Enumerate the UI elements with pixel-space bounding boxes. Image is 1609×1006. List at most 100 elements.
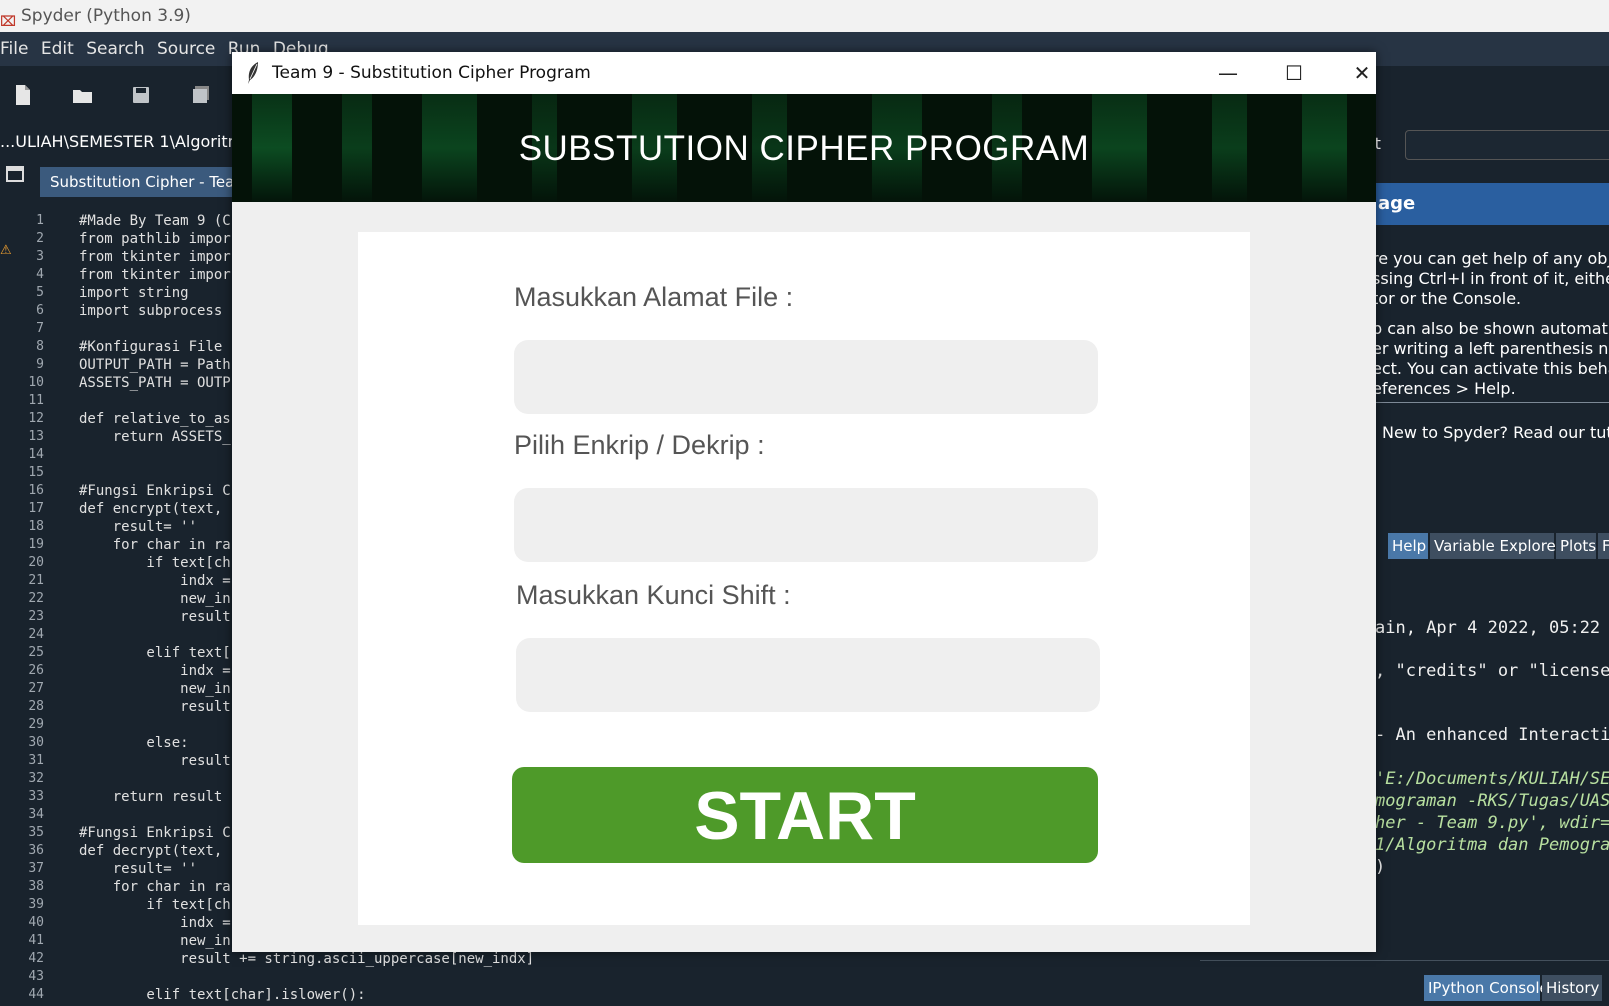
code-line: def decrypt(text, (79, 843, 223, 859)
line-number: 6 (36, 303, 44, 318)
console-line: , "credits" or "license (1375, 661, 1609, 681)
line-number: 42 (28, 951, 44, 966)
code-line: new_in (79, 681, 231, 697)
help-divider (1340, 402, 1609, 403)
help-line: re you can get help of any obje (1372, 249, 1609, 268)
shift-key-input[interactable] (516, 638, 1100, 712)
start-button[interactable]: START (512, 767, 1098, 863)
shift-key-label: Masukkan Kunci Shift : (516, 580, 791, 610)
code-line: for char in ra (79, 537, 231, 553)
editor-tab[interactable]: Substitution Cipher - Team 9.py (40, 167, 240, 197)
console-divider (1200, 960, 1609, 961)
line-number: 32 (28, 771, 44, 786)
code-line: from pathlib impor (79, 231, 231, 247)
code-line: result= '' (79, 861, 198, 877)
line-number: 43 (28, 969, 44, 984)
file-path-input[interactable] (514, 340, 1098, 414)
close-icon[interactable]: ✕ (1342, 52, 1382, 94)
line-number: 10 (28, 375, 44, 390)
tab-variable-explorer[interactable]: Variable Explorer (1430, 533, 1562, 559)
mode-input[interactable] (514, 488, 1098, 562)
line-number: 24 (28, 627, 44, 642)
tab-plots[interactable]: Plots (1556, 533, 1596, 559)
line-number: 31 (28, 753, 44, 768)
code-line: #Made By Team 9 (C (79, 213, 231, 229)
dialog-title: Team 9 - Substitution Cipher Program (272, 63, 591, 83)
console-line: ) (1375, 857, 1386, 877)
line-number: 8 (36, 339, 44, 354)
console-line: - An enhanced Interacti (1375, 725, 1609, 745)
line-number: 23 (28, 609, 44, 624)
line-number: 18 (28, 519, 44, 534)
line-number: 7 (36, 321, 44, 336)
code-line: ASSETS_PATH = OUTP (79, 375, 231, 391)
dialog-titlebar: Team 9 - Substitution Cipher Program — ☐… (232, 52, 1376, 94)
line-number: 33 (28, 789, 44, 804)
help-line: p can also be shown automatic (1372, 319, 1609, 338)
line-number: 22 (28, 591, 44, 606)
working-path: ...ULIAH\SEMESTER 1\Algoritma d (0, 132, 240, 151)
console-line: ain, Apr 4 2022, 05:22 (1375, 618, 1601, 638)
mode-label: Pilih Enkrip / Dekrip : (514, 430, 765, 460)
help-line: New to Spyder? Read our tuto (1382, 423, 1609, 442)
line-number: 34 (28, 807, 44, 822)
line-number: 37 (28, 861, 44, 876)
line-number: 16 (28, 483, 44, 498)
line-number: 26 (28, 663, 44, 678)
console-line: mograman -RKS/Tugas/UAS (1375, 791, 1609, 811)
code-line: result (79, 609, 231, 625)
menu-search[interactable]: Search (86, 39, 144, 59)
line-number: 44 (28, 987, 44, 1002)
line-number: 29 (28, 717, 44, 732)
line-number: 9 (36, 357, 44, 372)
object-input[interactable] (1405, 130, 1609, 160)
file-path-label: Masukkan Alamat File : (514, 282, 794, 312)
code-line: #Fungsi Enkripsi C (79, 483, 231, 499)
save-icon[interactable] (132, 84, 150, 106)
line-number: 41 (28, 933, 44, 948)
code-line: import string (79, 285, 189, 301)
browse-tabs-icon[interactable] (6, 166, 24, 182)
new-file-icon[interactable] (14, 84, 32, 106)
help-line: tor or the Console. (1372, 289, 1522, 308)
line-number: 15 (28, 465, 44, 480)
code-line: if text[ch (79, 555, 231, 571)
code-line: indx = (79, 573, 231, 589)
code-line: def relative_to_as (79, 411, 231, 427)
code-line: for char in ra (79, 879, 231, 895)
help-line: er writing a left parenthesis nex (1372, 339, 1609, 358)
line-number: 1 (36, 213, 44, 228)
maximize-icon[interactable]: ☐ (1274, 52, 1314, 94)
spyder-titlebar: ⌧ Spyder (Python 3.9) (0, 0, 1609, 32)
tab-help[interactable]: Help (1388, 533, 1428, 559)
console-line: 'E:/Documents/KULIAH/SE (1375, 769, 1609, 789)
help-line: ect. You can activate this beha (1372, 359, 1609, 378)
tk-feather-icon (248, 62, 258, 84)
code-line: OUTPUT_PATH = Path (79, 357, 231, 373)
line-number: 25 (28, 645, 44, 660)
menu-source[interactable]: Source (157, 39, 215, 59)
code-line: indx = (79, 663, 231, 679)
open-folder-icon[interactable] (72, 84, 94, 106)
help-line: eferences > Help. (1372, 379, 1516, 398)
save-all-icon[interactable] (192, 84, 210, 106)
menu-file[interactable]: File (0, 39, 28, 59)
minimize-icon[interactable]: — (1208, 52, 1248, 94)
tab-ipython-console[interactable]: IPython Console (1424, 975, 1549, 1001)
line-number: 5 (36, 285, 44, 300)
banner-title: SUBSTUTION CIPHER PROGRAM (518, 129, 1090, 168)
code-line: indx = (79, 915, 231, 931)
header-banner: SUBSTUTION CIPHER PROGRAM (232, 94, 1376, 202)
spyder-logo-icon: ⌧ (0, 14, 17, 30)
code-line: new_in (79, 933, 231, 949)
line-number: 39 (28, 897, 44, 912)
code-line: def encrypt(text, (79, 501, 223, 517)
tab-files[interactable]: F (1598, 533, 1609, 559)
line-number: 11 (28, 393, 44, 408)
menu-edit[interactable]: Edit (41, 39, 74, 59)
code-line: result (79, 699, 231, 715)
console-line: her - Team 9.py', wdir= (1375, 813, 1609, 833)
line-number: 36 (28, 843, 44, 858)
line-number: 28 (28, 699, 44, 714)
tab-history[interactable]: History (1542, 975, 1602, 1001)
